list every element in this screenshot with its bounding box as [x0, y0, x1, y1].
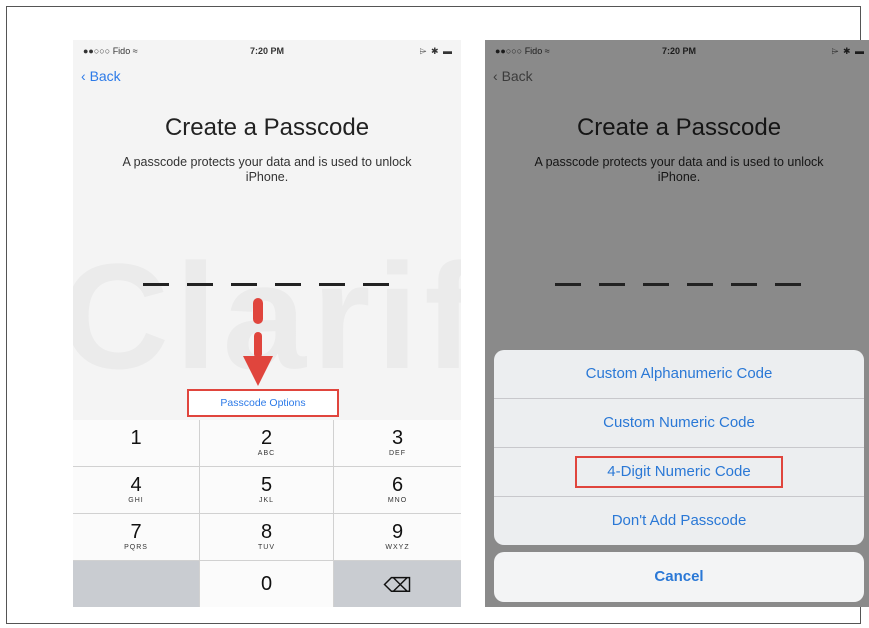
- passcode-dash: [643, 283, 669, 286]
- option-dont-add-passcode[interactable]: Don't Add Passcode: [494, 497, 864, 545]
- passcode-dash: [319, 283, 345, 286]
- status-bar: ●●○○○ Fido ≈ 7:20 PM ⌲ ✱ ▬: [485, 46, 869, 60]
- passcode-dash: [687, 283, 713, 286]
- key-5[interactable]: 5 JKL: [200, 467, 333, 513]
- passcode-dash: [143, 283, 169, 286]
- red-arrow-icon: [243, 298, 273, 386]
- passcode-options-sheet: Custom Alphanumeric Code Custom Numeric …: [494, 350, 864, 545]
- chevron-left-icon: ‹: [493, 68, 498, 84]
- passcode-dash: [731, 283, 757, 286]
- passcode-dash: [187, 283, 213, 286]
- key-2[interactable]: 2 ABC: [200, 420, 333, 466]
- battery-icon: ⌲ ✱ ▬: [831, 46, 865, 56]
- back-button[interactable]: ‹ Back: [493, 68, 533, 84]
- key-4[interactable]: 4 GHI: [73, 467, 199, 513]
- passcode-dashes: [555, 283, 805, 287]
- backspace-icon: ⌫: [383, 575, 412, 597]
- key-blank: [73, 561, 199, 607]
- key-8[interactable]: 8 TUV: [200, 514, 333, 560]
- back-label: Back: [501, 68, 533, 84]
- figure-frame: iClarified ●●○○○ Fido ≈ 7:20 PM ⌲ ✱ ▬ ‹ …: [6, 6, 869, 624]
- page-title: Create a Passcode: [576, 114, 782, 141]
- passcode-dash: [599, 283, 625, 286]
- chevron-left-icon: ‹: [81, 68, 86, 84]
- back-label: Back: [89, 68, 121, 84]
- key-1[interactable]: 1: [73, 420, 199, 466]
- passcode-dash: [555, 283, 581, 286]
- passcode-dash: [231, 283, 257, 286]
- page-subtitle: A passcode protects your data and is use…: [122, 155, 412, 184]
- passcode-dash: [363, 283, 389, 286]
- battery-icon: ⌲ ✱ ▬: [419, 46, 453, 56]
- page-title: Create a Passcode: [164, 114, 370, 141]
- key-6[interactable]: 6 MNO: [334, 467, 461, 513]
- option-4-digit-numeric[interactable]: 4-Digit Numeric Code: [494, 448, 864, 497]
- passcode-dash: [775, 283, 801, 286]
- passcode-options-button[interactable]: Passcode Options: [187, 389, 339, 417]
- status-bar: ●●○○○ Fido ≈ 7:20 PM ⌲ ✱ ▬: [73, 46, 461, 60]
- key-3[interactable]: 3 DEF: [334, 420, 461, 466]
- key-0[interactable]: 0: [200, 561, 333, 607]
- passcode-dash: [275, 283, 301, 286]
- key-9[interactable]: 9 WXYZ: [334, 514, 461, 560]
- right-phone-screen: ●●○○○ Fido ≈ 7:20 PM ⌲ ✱ ▬ ‹ Back Create…: [485, 40, 869, 607]
- key-7[interactable]: 7 PQRS: [73, 514, 199, 560]
- numeric-keypad: 1 2 ABC 3 DEF 4 GHI 5 JKL 6 MNO 7 PQRS 8 TUV 9W…: [73, 420, 461, 607]
- passcode-dashes: [143, 283, 393, 287]
- option-custom-alphanumeric[interactable]: Custom Alphanumeric Code: [494, 350, 864, 399]
- page-subtitle: A passcode protects your data and is use…: [534, 155, 824, 184]
- option-custom-numeric[interactable]: Custom Numeric Code: [494, 399, 864, 448]
- back-button[interactable]: ‹ Back: [81, 68, 121, 84]
- status-time: 7:20 PM: [249, 46, 284, 56]
- left-phone-screen: iClarified ●●○○○ Fido ≈ 7:20 PM ⌲ ✱ ▬ ‹ …: [73, 40, 461, 607]
- cancel-button[interactable]: Cancel: [494, 552, 864, 602]
- status-time: 7:20 PM: [661, 46, 696, 56]
- delete-key[interactable]: ⌫: [334, 561, 461, 607]
